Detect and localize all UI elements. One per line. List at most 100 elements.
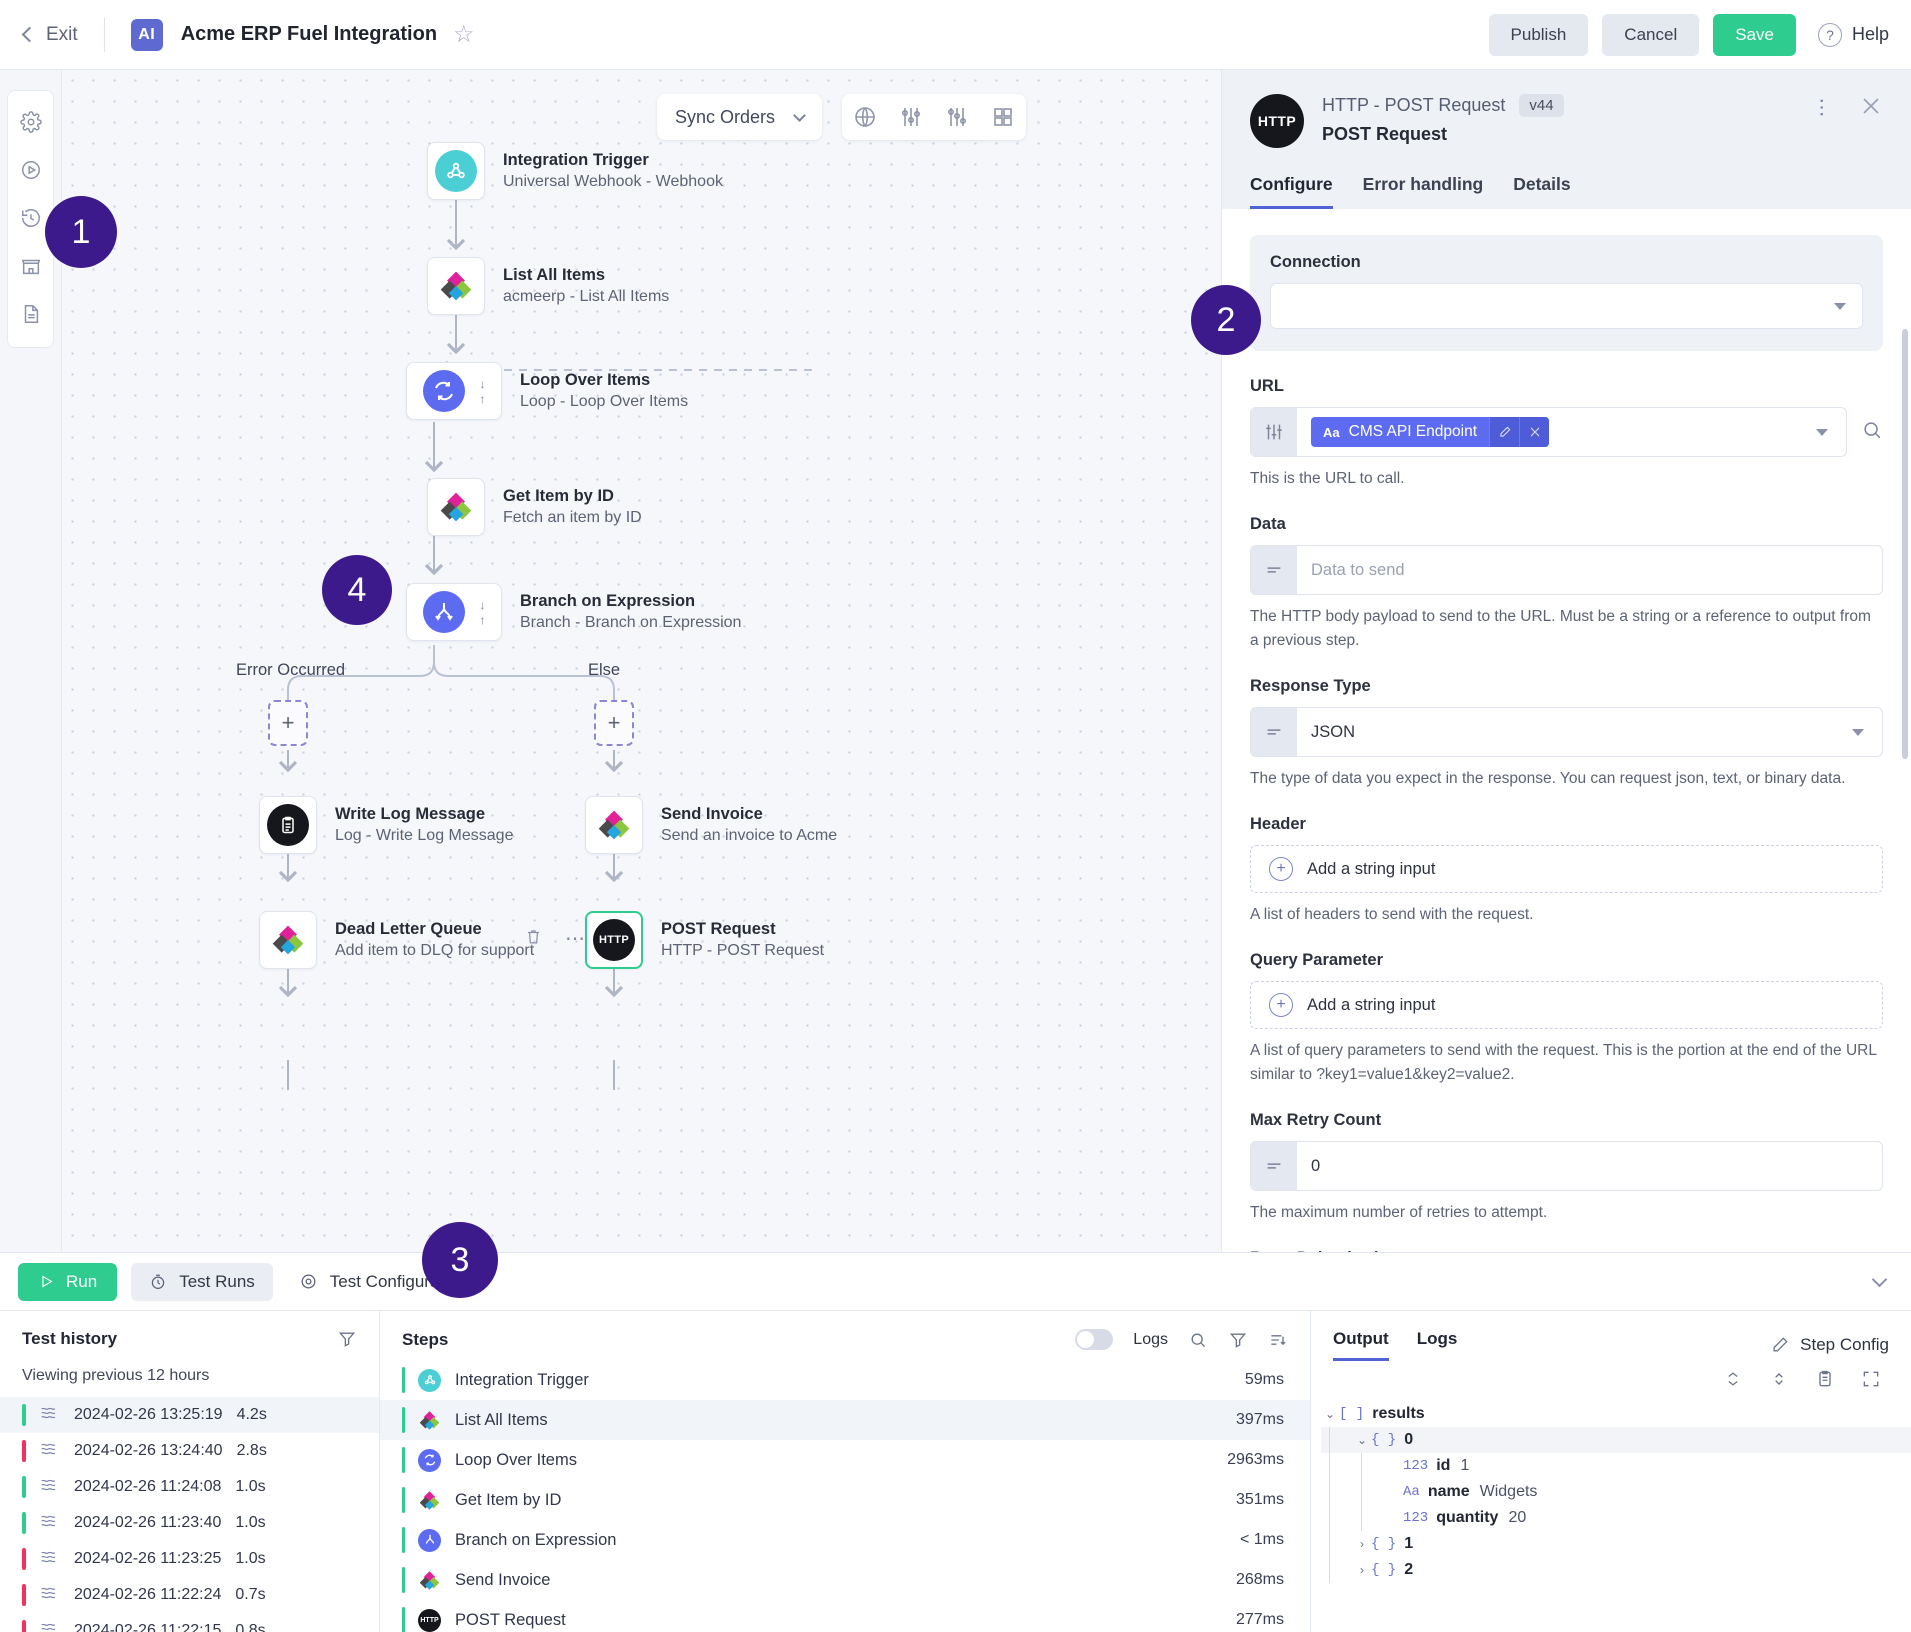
output-tree-node[interactable]: ⌄[ ]results: [1321, 1401, 1911, 1427]
remove-token-icon[interactable]: [1519, 417, 1549, 447]
document-icon[interactable]: [14, 297, 48, 331]
storefront-icon[interactable]: [14, 249, 48, 283]
logs-toggle[interactable]: [1075, 1329, 1113, 1350]
more-options-icon[interactable]: ⋯: [565, 926, 587, 951]
flow-node-write-log-message[interactable]: Write Log Message Log - Write Log Messag…: [259, 796, 513, 854]
expand-all-icon[interactable]: [1769, 1369, 1789, 1389]
add-header-button[interactable]: + Add a string input: [1250, 845, 1883, 893]
run-button[interactable]: Run: [18, 1263, 117, 1301]
node-icon-box[interactable]: ↓↑: [406, 362, 502, 420]
save-button[interactable]: Save: [1713, 14, 1796, 56]
max-retry-field[interactable]: 0: [1250, 1141, 1883, 1191]
edit-icon[interactable]: [1489, 417, 1519, 447]
tab-output[interactable]: Output: [1333, 1329, 1389, 1361]
cancel-button[interactable]: Cancel: [1602, 14, 1699, 56]
play-circle-icon[interactable]: [14, 153, 48, 187]
flow-node-get-item-by-id[interactable]: Get Item by ID Fetch an item by ID: [427, 478, 642, 536]
step-row[interactable]: Get Item by ID351ms: [380, 1480, 1310, 1520]
tab-configure[interactable]: Configure: [1250, 174, 1333, 209]
tree-toggle-icon[interactable]: ›: [1353, 1537, 1371, 1551]
step-row[interactable]: Loop Over Items2963ms: [380, 1440, 1310, 1480]
test-history-row[interactable]: 2024-02-26 11:22:240.7s: [0, 1577, 379, 1613]
close-icon[interactable]: [1859, 94, 1883, 123]
step-row[interactable]: Send Invoice268ms: [380, 1560, 1310, 1600]
flow-node-send-invoice[interactable]: Send Invoice Send an invoice to Acme: [585, 796, 837, 854]
workflow-canvas[interactable]: Sync Orders: [62, 70, 1221, 1252]
node-icon-box[interactable]: ↓↑: [406, 583, 502, 641]
more-options-icon[interactable]: ⋯: [1810, 98, 1835, 120]
fullscreen-icon[interactable]: [1861, 1369, 1881, 1389]
node-icon-box[interactable]: [259, 911, 317, 969]
test-runs-button[interactable]: Test Runs: [131, 1263, 273, 1301]
node-icon-box[interactable]: [427, 257, 485, 315]
tree-toggle-icon[interactable]: ⌄: [1353, 1433, 1371, 1447]
help-button[interactable]: ? Help: [1818, 23, 1889, 47]
output-tree-node[interactable]: ⌄{ }0: [1321, 1427, 1911, 1453]
trash-icon[interactable]: [524, 927, 543, 951]
test-history-row[interactable]: 2024-02-26 11:23:251.0s: [0, 1541, 379, 1577]
node-icon-box[interactable]: [427, 142, 485, 200]
output-tree-node[interactable]: ›{ }2: [1321, 1557, 1911, 1583]
static-value-icon[interactable]: [1251, 1142, 1297, 1190]
gear-icon[interactable]: [14, 105, 48, 139]
sliders-icon[interactable]: [888, 94, 934, 140]
collapse-panel-chevron-icon[interactable]: [1872, 1271, 1888, 1287]
output-tree-node[interactable]: ›{ }1: [1321, 1531, 1911, 1557]
flow-node-dead-letter-queue[interactable]: Dead Letter Queue Add item to DLQ for su…: [259, 911, 534, 969]
node-icon-box[interactable]: [259, 796, 317, 854]
flow-node-list-all-items[interactable]: List All Items acmeerp - List All Items: [427, 257, 669, 315]
tab-error-handling[interactable]: Error handling: [1363, 174, 1484, 209]
output-tree-node[interactable]: AanameWidgets: [1321, 1479, 1911, 1505]
reorder-handle-icon[interactable]: ↓↑: [480, 599, 486, 626]
add-query-parameter-button[interactable]: + Add a string input: [1250, 981, 1883, 1029]
node-icon-box[interactable]: [585, 796, 643, 854]
add-step-placeholder-error[interactable]: +: [268, 700, 308, 746]
filter-icon[interactable]: [337, 1329, 357, 1349]
chevron-down-icon[interactable]: [1816, 429, 1828, 436]
test-history-row[interactable]: 2024-02-26 11:23:401.0s: [0, 1505, 379, 1541]
step-row[interactable]: Integration Trigger59ms: [380, 1360, 1310, 1400]
static-value-icon[interactable]: [1251, 708, 1297, 756]
expression-mode-icon[interactable]: [1251, 408, 1297, 456]
connection-select[interactable]: [1270, 283, 1863, 329]
data-field[interactable]: Data to send: [1250, 545, 1883, 595]
url-token[interactable]: Aa CMS API Endpoint: [1311, 417, 1549, 447]
node-icon-box-selected[interactable]: HTTP: [585, 911, 643, 969]
sliders-alt-icon[interactable]: [934, 94, 980, 140]
test-history-row[interactable]: 2024-02-26 13:25:194.2s: [0, 1397, 379, 1433]
favorite-star-icon[interactable]: ☆: [453, 23, 475, 47]
tab-details[interactable]: Details: [1513, 174, 1570, 209]
globe-icon[interactable]: [842, 94, 888, 140]
step-config-button[interactable]: Step Config: [1770, 1329, 1889, 1361]
filter-icon[interactable]: [1228, 1330, 1248, 1350]
search-icon[interactable]: [1188, 1330, 1208, 1350]
copy-icon[interactable]: [1815, 1369, 1835, 1389]
exit-button[interactable]: Exit: [24, 24, 98, 46]
reorder-handle-icon[interactable]: ↓↑: [480, 378, 486, 405]
trigger-select[interactable]: Sync Orders: [657, 94, 822, 140]
step-row[interactable]: List All Items397ms: [380, 1400, 1310, 1440]
flow-node-integration-trigger[interactable]: Integration Trigger Universal Webhook - …: [427, 142, 723, 200]
grid-icon[interactable]: [980, 94, 1026, 140]
step-row[interactable]: HTTPPOST Request277ms: [380, 1600, 1310, 1632]
flow-node-loop-over-items[interactable]: ↓↑ Loop Over Items Loop - Loop Over Item…: [406, 362, 688, 420]
publish-button[interactable]: Publish: [1489, 14, 1589, 56]
node-icon-box[interactable]: [427, 478, 485, 536]
tree-toggle-icon[interactable]: ⌄: [1321, 1407, 1339, 1421]
test-history-row[interactable]: 2024-02-26 11:24:081.0s: [0, 1469, 379, 1505]
history-icon[interactable]: [14, 201, 48, 235]
test-history-row[interactable]: 2024-02-26 13:24:402.8s: [0, 1433, 379, 1469]
sort-icon[interactable]: [1268, 1330, 1288, 1350]
tab-logs[interactable]: Logs: [1417, 1329, 1458, 1361]
url-field[interactable]: Aa CMS API Endpoint: [1250, 407, 1847, 457]
tree-toggle-icon[interactable]: ›: [1353, 1563, 1371, 1577]
step-row[interactable]: Branch on Expression< 1ms: [380, 1520, 1310, 1560]
flow-node-branch-on-expression[interactable]: ↓↑ Branch on Expression Branch - Branch …: [406, 583, 741, 641]
config-scrollbar[interactable]: [1902, 329, 1908, 759]
static-value-icon[interactable]: [1251, 546, 1297, 594]
output-tree-node[interactable]: 123id1: [1321, 1453, 1911, 1479]
flow-node-post-request[interactable]: HTTP POST Request HTTP - POST Request: [585, 911, 824, 969]
add-step-placeholder-else[interactable]: +: [594, 700, 634, 746]
collapse-all-icon[interactable]: [1723, 1369, 1743, 1389]
test-history-row[interactable]: 2024-02-26 11:22:150.8s: [0, 1613, 379, 1632]
